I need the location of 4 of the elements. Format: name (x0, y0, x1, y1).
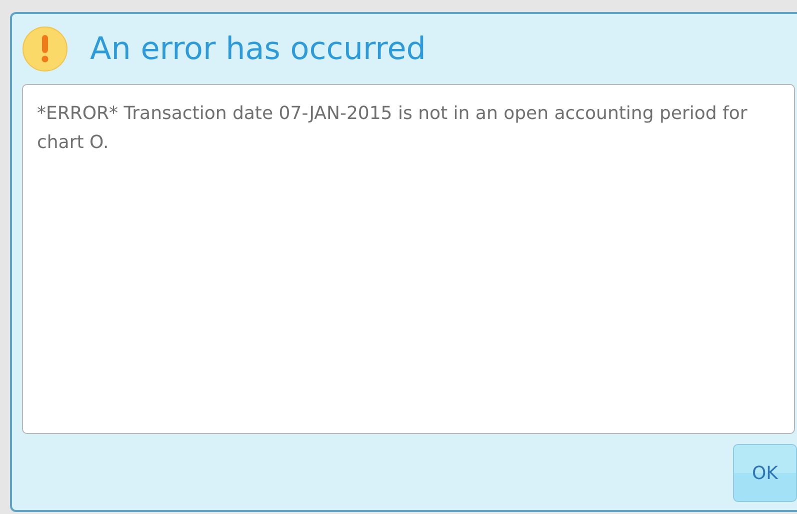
dialog-title: An error has occurred (90, 31, 426, 67)
warning-icon (22, 26, 68, 72)
ok-button[interactable]: OK (733, 444, 797, 502)
error-message: *ERROR* Transaction date 07-JAN-2015 is not in an open accounting period for chart O. (22, 84, 795, 434)
